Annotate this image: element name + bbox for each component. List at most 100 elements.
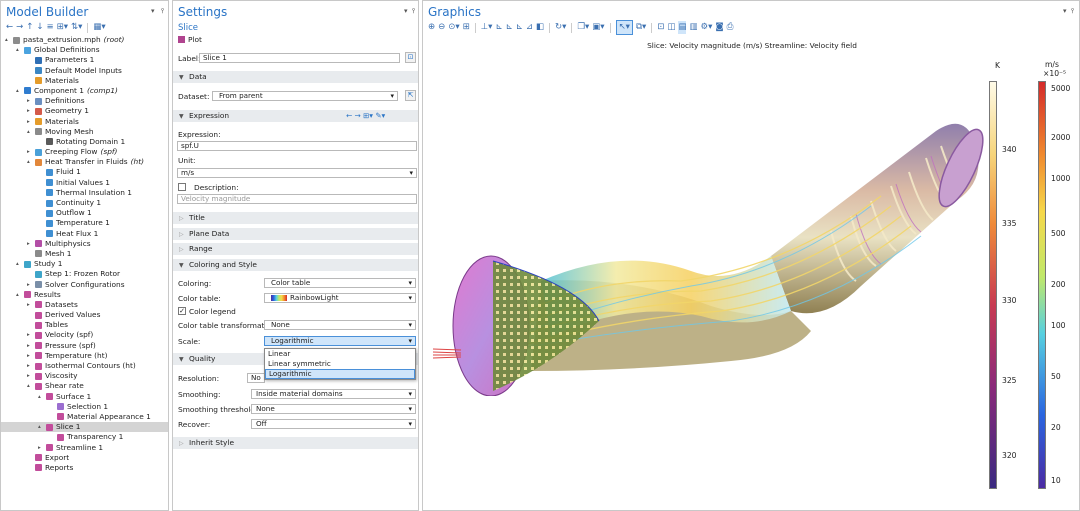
tree-node-heat-transfer-in-fluids[interactable]: ▴ Heat Transfer in Fluids (ht) [1, 157, 168, 167]
description-field[interactable]: Velocity magnitude [177, 194, 417, 204]
panel-menu-icon[interactable]: ▾ [1063, 7, 1067, 15]
tree-node-fluid-1[interactable]: Fluid 1 [1, 167, 168, 177]
tree-node-heat-flux-1[interactable]: Heat Flux 1 [1, 229, 168, 239]
select-mode-icon[interactable]: ↖▾ [615, 20, 633, 35]
tree-node-isothermal-contours-ht[interactable]: ▸ Isothermal Contours (ht) [1, 361, 168, 371]
section-range[interactable]: ▷ Range [173, 243, 418, 255]
tree-node-velocity-spf[interactable]: ▸ Velocity (spf) [1, 330, 168, 340]
tree-node-continuity-1[interactable]: Continuity 1 [1, 198, 168, 208]
view-yz-icon[interactable]: ⊾ [506, 21, 513, 34]
render-settings-icon[interactable]: ▥ [689, 21, 697, 34]
extruder-3d-render[interactable] [431, 106, 991, 396]
label-field[interactable]: Slice 1 [199, 53, 400, 63]
tree-node-moving-mesh[interactable]: ▴ Moving Mesh [1, 127, 168, 137]
camera-view-icon[interactable]: ◧ [536, 21, 544, 34]
expression-field[interactable]: spf.U [177, 141, 417, 151]
tree-node-materials-global[interactable]: Materials [1, 76, 168, 86]
tree-node-outflow-1[interactable]: Outflow 1 [1, 208, 168, 218]
view-xy-icon[interactable]: ⊾ [495, 21, 502, 34]
tree-toggle-icon[interactable]: ▸ [27, 147, 33, 157]
tree-toggle-icon[interactable]: ▴ [16, 259, 22, 269]
zoom-out-icon[interactable]: ⊖ [438, 21, 445, 34]
tree-node-parameters-1[interactable]: Parameters 1 [1, 55, 168, 65]
zoom-in-icon[interactable]: ⊕ [428, 21, 435, 34]
tree-toggle-icon[interactable]: ▸ [27, 96, 33, 106]
tree-toggle-icon[interactable]: ▴ [27, 157, 33, 167]
tree-toggle-icon[interactable]: ▴ [27, 127, 33, 137]
views-icon[interactable]: ❐▾ [577, 21, 589, 34]
tree-node-global-definitions[interactable]: ▴ Global Definitions [1, 45, 168, 55]
section-coloring[interactable]: ▼ Coloring and Style [173, 259, 418, 271]
section-data[interactable]: ▼ Data [173, 71, 418, 83]
tree-node-study-1[interactable]: ▴ Study 1 [1, 259, 168, 269]
tree-toggle-icon[interactable]: ▸ [27, 300, 33, 310]
scale-option-logarithmic[interactable]: Logarithmic [265, 369, 415, 379]
arrow-left-icon[interactable]: ← [6, 21, 13, 34]
tree-node-multiphysics[interactable]: ▸ Multiphysics [1, 239, 168, 249]
tree-node-root[interactable]: ▴ pasta_extrusion.mph (root) [1, 35, 168, 45]
sort-icon[interactable]: ⇅▾ [71, 21, 82, 34]
color-legend-checkbox[interactable]: ✓ [178, 307, 186, 315]
expression-toolbar[interactable]: ← → ⊞▾ ✎▾ [346, 110, 385, 122]
tree-toggle-icon[interactable]: ▸ [27, 371, 33, 381]
pin-icon[interactable]: ⫯ [1071, 7, 1074, 16]
rotate-icon[interactable]: ↻▾ [555, 21, 566, 34]
view-3d-icon[interactable]: ⊿ [526, 21, 533, 34]
arrow-up-icon[interactable]: ↑ [26, 21, 33, 34]
description-checkbox[interactable] [178, 183, 186, 191]
tree-expand-icon[interactable]: ⊞▾ [57, 21, 68, 34]
tree-node-temperature-1[interactable]: Temperature 1 [1, 218, 168, 228]
wireframe-icon[interactable]: ▤ [678, 21, 687, 34]
tree-node-materials[interactable]: ▸ Materials [1, 117, 168, 127]
pin-icon[interactable]: ⫯ [161, 7, 164, 16]
tree-node-derived-values[interactable]: Derived Values [1, 310, 168, 320]
tree-toggle-icon[interactable]: ▸ [27, 351, 33, 361]
tree-node-rotating-domain-1[interactable]: Rotating Domain 1 [1, 137, 168, 147]
settings-gear-icon[interactable]: ⚙▾ [701, 21, 713, 34]
tree-toggle-icon[interactable]: ▸ [27, 117, 33, 127]
tree-node-datasets[interactable]: ▸ Datasets [1, 300, 168, 310]
section-expression[interactable]: ▼ Expression ← → ⊞▾ ✎▾ [173, 110, 418, 122]
dataset-goto-icon[interactable]: ⇱ [405, 90, 416, 101]
tree-toggle-icon[interactable]: ▸ [27, 280, 33, 290]
tree-toggle-icon[interactable]: ▸ [27, 341, 33, 351]
tree-node-default-model-inputs[interactable]: Default Model Inputs [1, 66, 168, 76]
smoothing-select[interactable]: Inside material domains [251, 389, 416, 399]
tree-toggle-icon[interactable]: ▸ [27, 330, 33, 340]
tree-toggle-icon[interactable]: ▸ [27, 106, 33, 116]
scale-option-linear[interactable]: Linear [265, 349, 415, 359]
tree-node-streamline-1[interactable]: ▸ Streamline 1 [1, 443, 168, 453]
tree-toggle-icon[interactable]: ▴ [16, 86, 22, 96]
tree-node-pressure-spf[interactable]: ▸ Pressure (spf) [1, 341, 168, 351]
scale-option-linear-symmetric[interactable]: Linear symmetric [265, 359, 415, 369]
color-table-select[interactable]: RainbowLight [264, 293, 416, 303]
tree-toggle-icon[interactable]: ▴ [38, 422, 44, 432]
section-inherit-style[interactable]: ▷ Inherit Style [173, 437, 418, 449]
tree-node-shear-rate[interactable]: ▴ Shear rate [1, 381, 168, 391]
tree-node-reports[interactable]: Reports [1, 463, 168, 473]
tree-node-selection-1[interactable]: Selection 1 [1, 402, 168, 412]
tree-node-mesh-1[interactable]: Mesh 1 [1, 249, 168, 259]
transparency-icon[interactable]: ◫ [667, 21, 675, 34]
view-zx-icon[interactable]: ⊾ [516, 21, 523, 34]
plot-icon[interactable]: ⊡ [657, 21, 664, 34]
tree-node-thermal-insulation-1[interactable]: Thermal Insulation 1 [1, 188, 168, 198]
zoom-extents-icon[interactable]: ⊞ [463, 21, 470, 34]
tree-node-results[interactable]: ▴ Results [1, 290, 168, 300]
grid-icon[interactable]: ▦▾ [93, 21, 105, 34]
smoothing-threshold-select[interactable]: None [251, 404, 416, 414]
unit-select[interactable]: m/s [177, 168, 417, 178]
recover-select[interactable]: Off [251, 419, 416, 429]
tree-node-temperature-ht[interactable]: ▸ Temperature (ht) [1, 351, 168, 361]
tree-toggle-icon[interactable]: ▴ [16, 290, 22, 300]
tree-node-solver-configurations[interactable]: ▸ Solver Configurations [1, 280, 168, 290]
label-reset-icon[interactable]: ⊡ [405, 52, 416, 63]
tree-node-tables[interactable]: Tables [1, 320, 168, 330]
tree-node-geometry-1[interactable]: ▸ Geometry 1 [1, 106, 168, 116]
section-plane-data[interactable]: ▷ Plane Data [173, 228, 418, 240]
section-title[interactable]: ▷ Title [173, 212, 418, 224]
tree-toggle-icon[interactable]: ▴ [5, 35, 11, 45]
tree-node-component-1[interactable]: ▴ Component 1 (comp1) [1, 86, 168, 96]
tree-toggle-icon[interactable]: ▸ [27, 361, 33, 371]
tree-node-viscosity[interactable]: ▸ Viscosity [1, 371, 168, 381]
